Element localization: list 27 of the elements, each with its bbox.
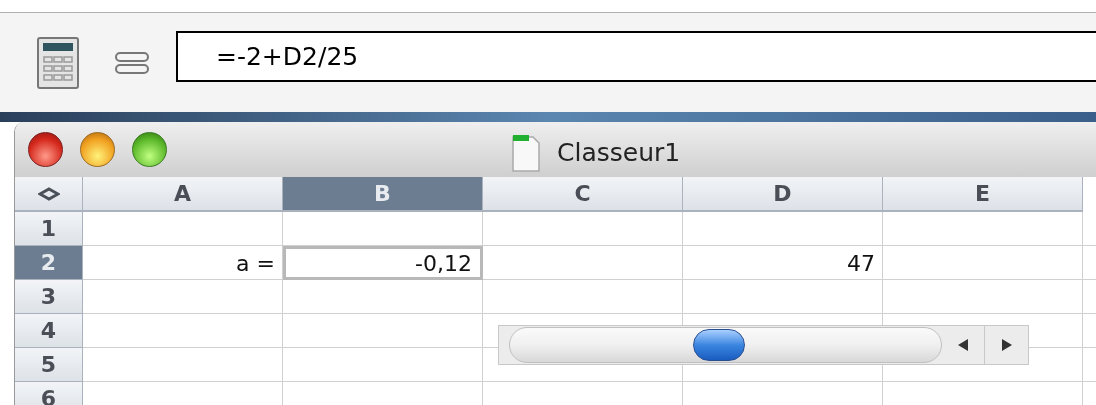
document-icon <box>511 133 541 173</box>
row-header[interactable]: 3 <box>15 280 83 314</box>
row-header[interactable]: 4 <box>15 314 83 348</box>
scroll-slider[interactable] <box>498 325 1029 365</box>
left-arrow-icon <box>957 338 970 352</box>
row-header[interactable]: 2 <box>15 246 83 280</box>
calculator-icon[interactable] <box>37 36 79 89</box>
window-title: Classeur1 <box>557 137 681 170</box>
slider-thumb[interactable] <box>693 329 746 361</box>
equals-icon[interactable] <box>115 50 149 75</box>
right-arrow-icon <box>1000 338 1013 352</box>
formula-field[interactable]: =-2+D2/25 <box>176 31 1096 82</box>
column-header[interactable]: B <box>283 177 483 212</box>
zoom-button[interactable] <box>132 132 167 167</box>
table-cell[interactable]: a = <box>83 246 283 280</box>
table-cell[interactable]: -0,12 <box>283 246 483 280</box>
row-header[interactable]: 1 <box>15 212 83 246</box>
column-header[interactable]: A <box>83 177 283 212</box>
column-header[interactable]: C <box>483 177 683 212</box>
column-header[interactable]: D <box>683 177 883 212</box>
column-header[interactable]: E <box>883 177 1083 212</box>
row-header[interactable]: 5 <box>15 348 83 382</box>
close-button[interactable] <box>28 132 63 167</box>
minimize-button[interactable] <box>80 132 115 167</box>
select-all-button[interactable] <box>15 177 83 212</box>
table-cell[interactable]: 47 <box>683 246 883 280</box>
diamond-icon <box>37 186 60 201</box>
